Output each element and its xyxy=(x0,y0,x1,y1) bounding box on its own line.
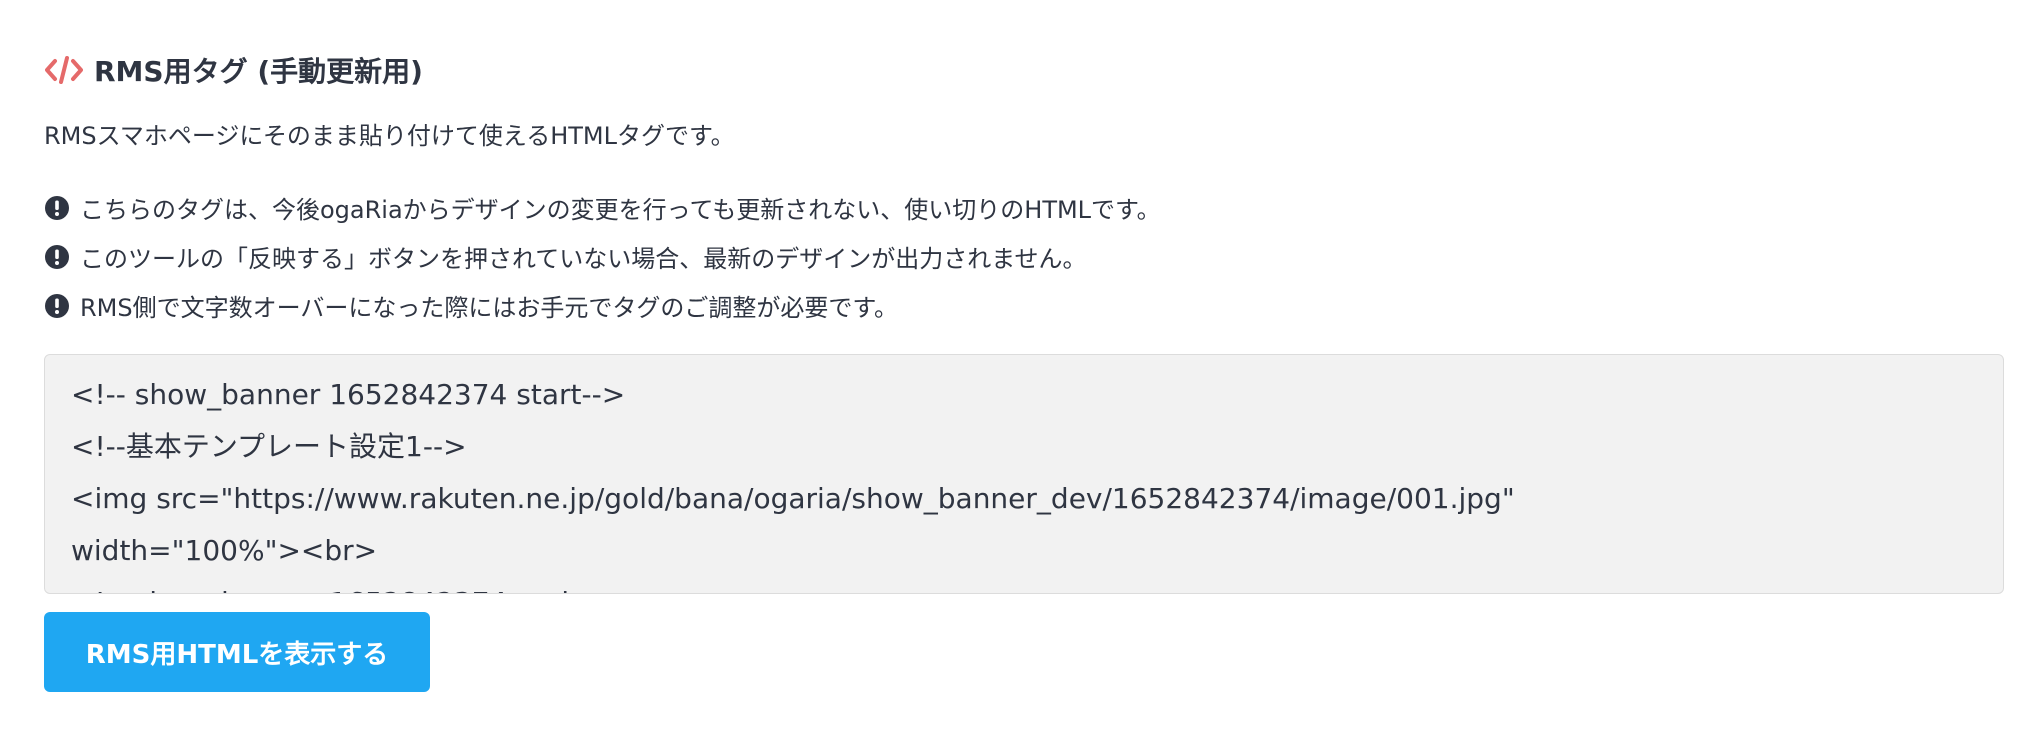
exclamation-circle-icon xyxy=(44,244,70,270)
code-line: width="100%"><br> xyxy=(71,534,378,567)
rms-tag-panel: RMS用タグ (手動更新用) RMSスマホページにそのまま貼り付けて使えるHTM… xyxy=(0,0,2030,732)
exclamation-circle-icon xyxy=(44,195,70,221)
code-line: <img src="https://www.rakuten.ne.jp/gold… xyxy=(71,482,1515,515)
exclamation-circle-icon xyxy=(44,293,70,319)
section-description: RMSスマホページにそのまま貼り付けて使えるHTMLタグです。 xyxy=(44,122,735,150)
notice-text: RMS側で文字数オーバーになった際にはお手元でタグのご調整が必要です。 xyxy=(80,294,898,322)
notice-text: このツールの「反映する」ボタンを押されていない場合、最新のデザインが出力されませ… xyxy=(80,245,1087,273)
notice-list: こちらのタグは、今後ogaRiaからデザインの変更を行っても更新されない、使い切… xyxy=(44,190,1161,323)
notice-text: こちらのタグは、今後ogaRiaからデザインの変更を行っても更新されない、使い切… xyxy=(80,196,1161,224)
notice-item: こちらのタグは、今後ogaRiaからデザインの変更を行っても更新されない、使い切… xyxy=(44,190,1161,225)
show-rms-html-button[interactable]: RMS用HTMLを表示する xyxy=(44,612,430,692)
code-icon xyxy=(44,50,84,90)
code-line: <!-- show_banner 1652842374 start--> xyxy=(71,378,626,411)
notice-item: RMS側で文字数オーバーになった際にはお手元でタグのご調整が必要です。 xyxy=(44,288,1161,323)
section-heading: RMS用タグ (手動更新用) xyxy=(44,50,423,90)
code-line: <!--基本テンプレート設定1--> xyxy=(71,430,467,463)
code-line: <!-- show_banner 1652842374 end--> xyxy=(71,577,1977,593)
notice-item: このツールの「反映する」ボタンを押されていない場合、最新のデザインが出力されませ… xyxy=(44,239,1161,274)
html-code-textarea[interactable]: <!-- show_banner 1652842374 start--> <!-… xyxy=(44,354,2004,594)
section-title: RMS用タグ (手動更新用) xyxy=(94,55,423,88)
